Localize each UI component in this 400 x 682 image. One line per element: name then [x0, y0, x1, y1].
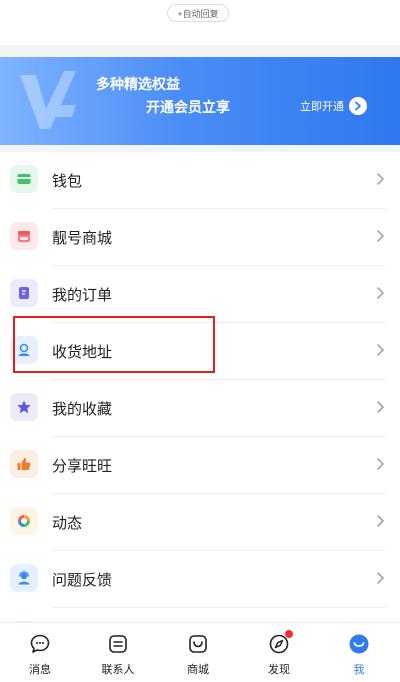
chevron-right-icon: [377, 401, 384, 413]
menu-list: 钱包 靓号商城 我的订单 收货地址 我的收藏 分享旺旺 动态 问题反馈: [0, 152, 400, 622]
menu-item-label: 靓号商城: [52, 230, 113, 247]
open-vip-button[interactable]: 立即开通: [300, 97, 367, 115]
chevron-right-icon: [377, 287, 384, 299]
contacts-icon: [109, 635, 127, 653]
menu-item-wallet[interactable]: 钱包: [0, 152, 400, 209]
section-gap: [0, 45, 400, 57]
banner-title: 多种精选权益: [96, 76, 180, 92]
menu-item-label: 收货地址: [52, 344, 113, 361]
bottom-tab-bar: 消息 联系人 商城 发现 我: [0, 622, 400, 682]
menu-item-settings[interactable]: 设置: [0, 608, 400, 622]
feedback-icon: [10, 564, 38, 592]
tab-me[interactable]: 我: [319, 623, 399, 682]
message-icon: [30, 634, 50, 653]
chevron-right-icon: [377, 515, 384, 527]
menu-item-label: 问题反馈: [52, 572, 113, 589]
moments-icon: [10, 507, 38, 535]
menu-item-moments[interactable]: 动态: [0, 494, 400, 551]
menu-item-address[interactable]: 收货地址: [0, 323, 400, 380]
wallet-icon: [10, 165, 38, 193]
chevron-right-icon: [377, 344, 384, 356]
chevron-right-icon: [377, 572, 384, 584]
menu-item-share[interactable]: 分享旺旺: [0, 437, 400, 494]
banner-subtitle: 开通会员立享: [146, 99, 230, 115]
chevron-right-icon: [377, 458, 384, 470]
menu-item-favorites[interactable]: 我的收藏: [0, 380, 400, 437]
chevron-right-icon: [377, 230, 384, 242]
vip-banner[interactable]: 多种精选权益 开通会员立享 立即开通: [0, 57, 400, 145]
top-bar: +自动回复: [0, 0, 400, 45]
menu-item-label: 分享旺旺: [52, 458, 113, 475]
tab-contacts[interactable]: 联系人: [78, 623, 158, 682]
auto-reply-button[interactable]: +自动回复: [167, 4, 229, 22]
menu-item-label: 我的收藏: [52, 401, 113, 418]
menu-item-feedback[interactable]: 问题反馈: [0, 551, 400, 608]
section-gap: [0, 145, 400, 152]
tab-label: 我: [353, 664, 365, 676]
menu-item-store[interactable]: 靓号商城: [0, 209, 400, 266]
star-icon: [10, 393, 38, 421]
chevron-right-icon: [377, 173, 384, 185]
menu-item-label: 钱包: [52, 173, 83, 190]
thumb-icon: [10, 450, 38, 478]
notification-dot: [285, 630, 293, 638]
tab-label: 商城: [187, 664, 209, 676]
tab-discover[interactable]: 发现: [239, 623, 319, 682]
menu-item-orders[interactable]: 我的订单: [0, 266, 400, 323]
tab-mall[interactable]: 商城: [158, 623, 238, 682]
tab-label: 消息: [29, 664, 51, 676]
chevron-right-circle-icon: [349, 97, 367, 115]
menu-item-label: 我的订单: [52, 287, 113, 304]
menu-item-label: 动态: [52, 515, 83, 532]
store-icon: [10, 222, 38, 250]
tab-label: 联系人: [101, 664, 135, 676]
vip-logo-icon: [20, 71, 76, 129]
mall-icon: [189, 635, 207, 653]
order-icon: [10, 279, 38, 307]
tab-label: 发现: [268, 664, 290, 676]
compass-icon-wrap: [268, 630, 293, 655]
me-icon: [349, 634, 369, 654]
tab-messages[interactable]: 消息: [0, 623, 80, 682]
open-vip-label: 立即开通: [300, 101, 344, 113]
address-icon: [10, 336, 38, 364]
